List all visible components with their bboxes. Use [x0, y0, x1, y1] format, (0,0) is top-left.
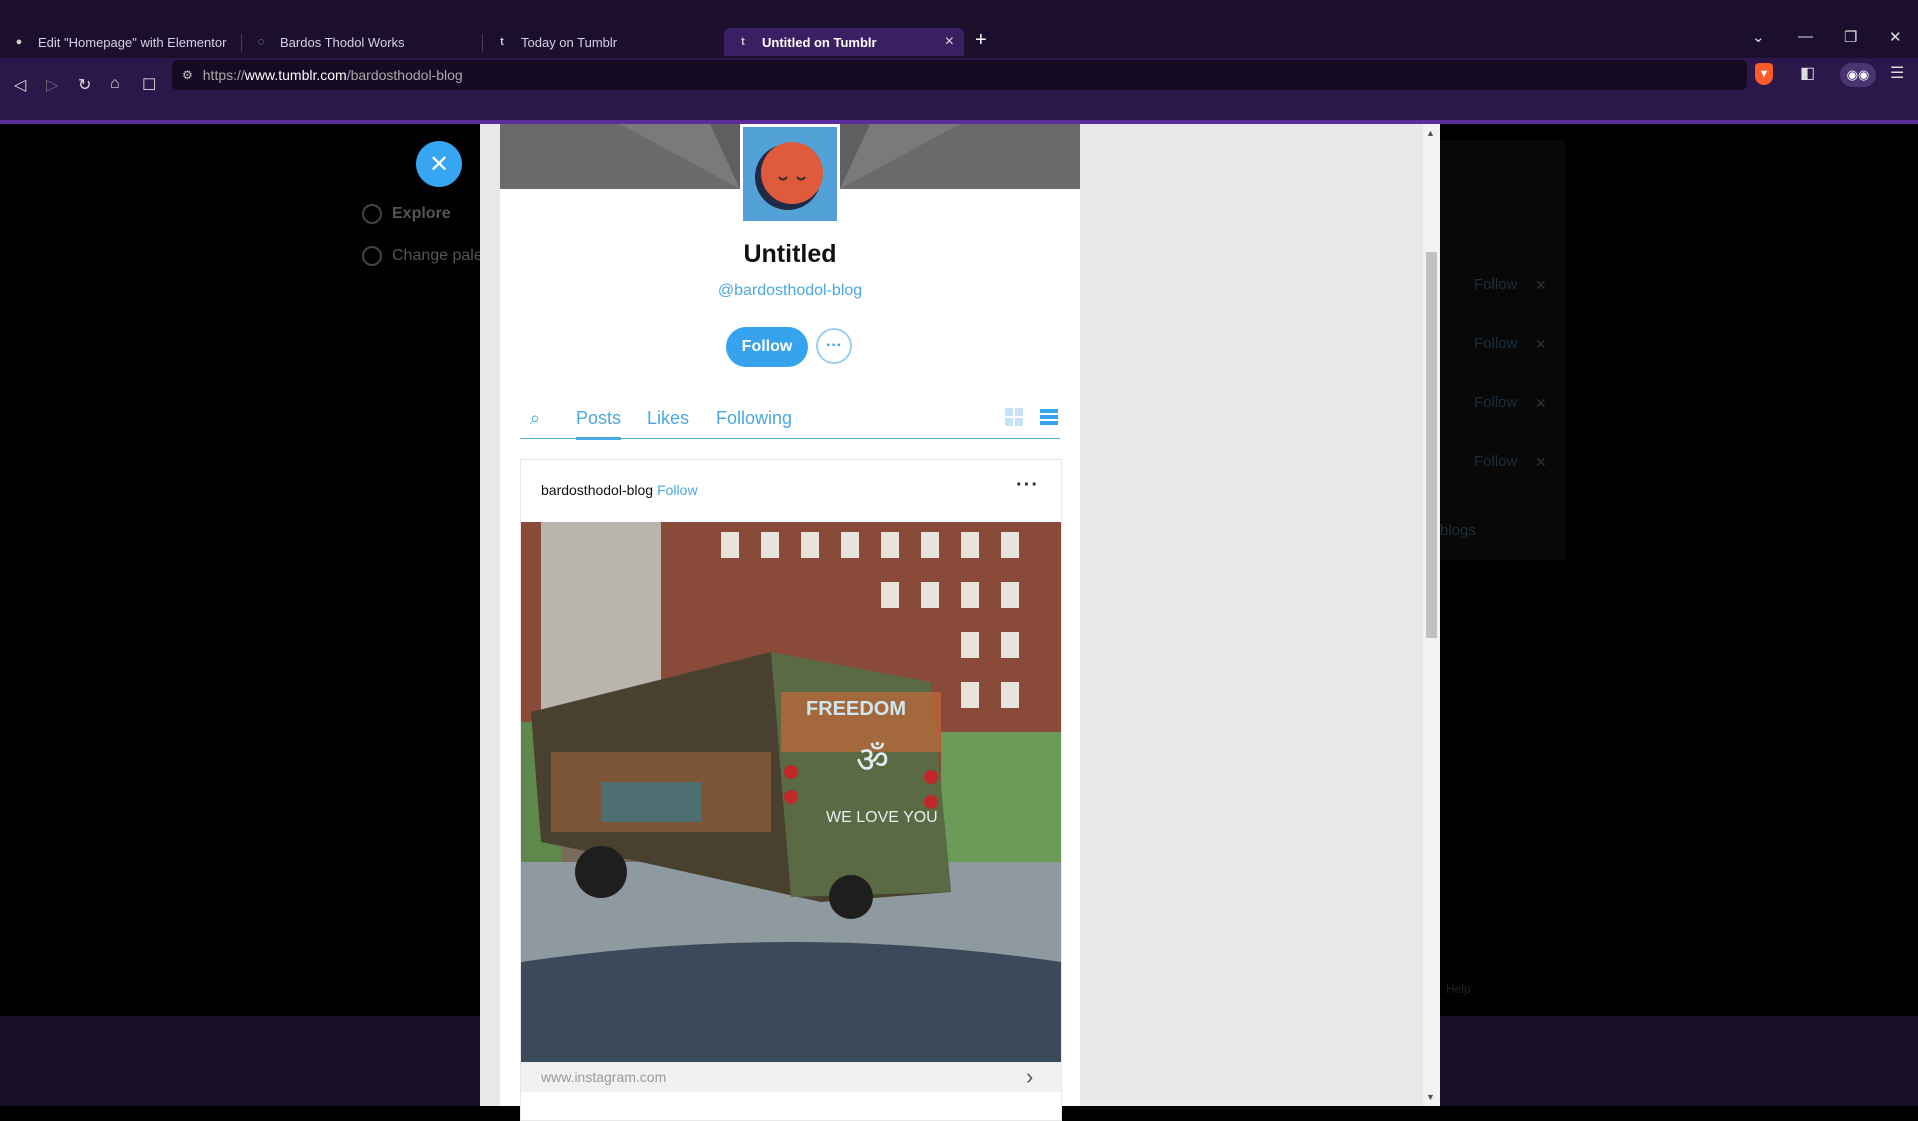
post-username[interactable]: bardosthodol-blog: [541, 482, 653, 498]
new-tab-icon[interactable]: +: [975, 29, 987, 52]
post-source-url: www.instagram.com: [541, 1069, 667, 1085]
bus-text-om: ॐ: [856, 739, 889, 780]
dismiss-icon[interactable]: ✕: [1535, 336, 1547, 353]
url-path: /bardosthodol-blog: [346, 67, 463, 83]
explore-nav[interactable]: Explore: [362, 204, 451, 224]
post-more-icon[interactable]: ···: [1016, 474, 1039, 497]
tab-title: Bardos Thodol Works: [280, 34, 405, 50]
tab-today-tumblr[interactable]: t Today on Tumblr: [483, 28, 723, 56]
blog-handle[interactable]: @bardosthodol-blog: [500, 282, 1080, 300]
post-header: bardosthodol-blog Follow: [541, 482, 698, 498]
url-prefix: https://: [202, 67, 245, 83]
bookmark-icon[interactable]: ☐: [142, 75, 156, 95]
profile-icon[interactable]: ◉◉: [1840, 63, 1876, 87]
tab-elementor[interactable]: ● Edit "Homepage" with Elementor: [0, 28, 240, 56]
search-icon[interactable]: ⌕: [530, 408, 540, 429]
bus-text-freedom: FREEDOM: [806, 698, 906, 720]
forward-icon[interactable]: ▷: [46, 75, 58, 95]
url-host: www.tumblr.com: [244, 67, 347, 83]
bg-help-link[interactable]: Help: [1446, 982, 1471, 996]
bg-blogs-link[interactable]: blogs: [1440, 522, 1476, 539]
more-options-button[interactable]: ···: [816, 328, 852, 364]
compass-icon: [362, 204, 382, 224]
tab-posts[interactable]: Posts: [576, 408, 622, 440]
minimize-icon[interactable]: —: [1798, 28, 1813, 45]
tab-likes[interactable]: Likes: [647, 408, 689, 429]
modal-scroll-thumb[interactable]: [1426, 252, 1437, 638]
dismiss-icon[interactable]: ✕: [1535, 395, 1547, 412]
tumblr-icon: t: [741, 36, 745, 48]
bg-follow-link[interactable]: Follow: [1474, 276, 1517, 293]
site-info-icon[interactable]: ⚙: [182, 68, 193, 82]
home-icon[interactable]: ⌂: [110, 75, 120, 93]
blog-tabs: ⌕ Posts Likes Following: [520, 400, 1060, 440]
scroll-down-icon[interactable]: ▼: [1426, 1092, 1435, 1102]
back-icon[interactable]: ◁: [14, 75, 26, 95]
post-source-bar[interactable]: www.instagram.com ›: [521, 1062, 1061, 1092]
tab-title: Today on Tumblr: [521, 34, 618, 50]
chevron-down-icon[interactable]: ⌄: [1752, 28, 1765, 46]
tumblr-icon: t: [500, 36, 504, 48]
close-window-icon[interactable]: ✕: [1889, 28, 1902, 46]
close-modal-button[interactable]: ✕: [416, 141, 462, 187]
menu-icon[interactable]: ☰: [1890, 63, 1904, 83]
brave-shields-icon[interactable]: ▼: [1755, 63, 1773, 85]
chevron-right-icon: ›: [1026, 1064, 1034, 1089]
restore-icon[interactable]: ❐: [1844, 28, 1857, 46]
tab-following[interactable]: Following: [716, 408, 792, 429]
post-card: bardosthodol-blog Follow ··· FREEDOM ॐ WE…: [520, 459, 1062, 1121]
tab-bardos-works[interactable]: ◌ Bardos Thodol Works: [242, 28, 482, 56]
change-palette-nav[interactable]: Change pale: [362, 246, 483, 266]
dismiss-icon[interactable]: ✕: [1535, 277, 1547, 294]
tab-title: Edit "Homepage" with Elementor: [38, 34, 227, 50]
bg-follow-link[interactable]: Follow: [1474, 335, 1517, 352]
dismiss-icon[interactable]: ✕: [1535, 454, 1547, 471]
blog-title: Untitled: [743, 240, 837, 268]
list-view-icon[interactable]: [1040, 408, 1058, 426]
reload-icon[interactable]: ↻: [78, 75, 91, 95]
sleeping-face-icon: [755, 142, 823, 210]
bus-text-love: WE LOVE YOU: [826, 809, 938, 826]
address-bar[interactable]: ⚙ https://www.tumblr.com/bardosthodol-bl…: [172, 60, 1747, 90]
follow-button[interactable]: Follow: [726, 327, 808, 367]
sidebar-icon[interactable]: ◧: [1800, 63, 1815, 83]
tab-untitled-tumblr[interactable]: t Untitled on Tumblr ×: [724, 28, 964, 56]
bg-follow-link[interactable]: Follow: [1474, 453, 1517, 470]
wordpress-icon: ●: [15, 36, 23, 48]
avatar[interactable]: [743, 127, 837, 221]
close-icon: ✕: [428, 150, 450, 178]
scroll-up-icon[interactable]: ▲: [1426, 128, 1435, 138]
post-follow-link[interactable]: Follow: [657, 482, 697, 498]
close-tab-icon[interactable]: ×: [945, 33, 954, 51]
palette-icon: [362, 246, 382, 266]
bg-follow-link[interactable]: Follow: [1474, 394, 1517, 411]
tab-title: Untitled on Tumblr: [762, 34, 877, 50]
grid-view-icon[interactable]: [1005, 408, 1023, 426]
post-photo[interactable]: FREEDOM ॐ WE LOVE YOU: [521, 522, 1061, 1062]
globe-icon: ◌: [257, 36, 265, 48]
